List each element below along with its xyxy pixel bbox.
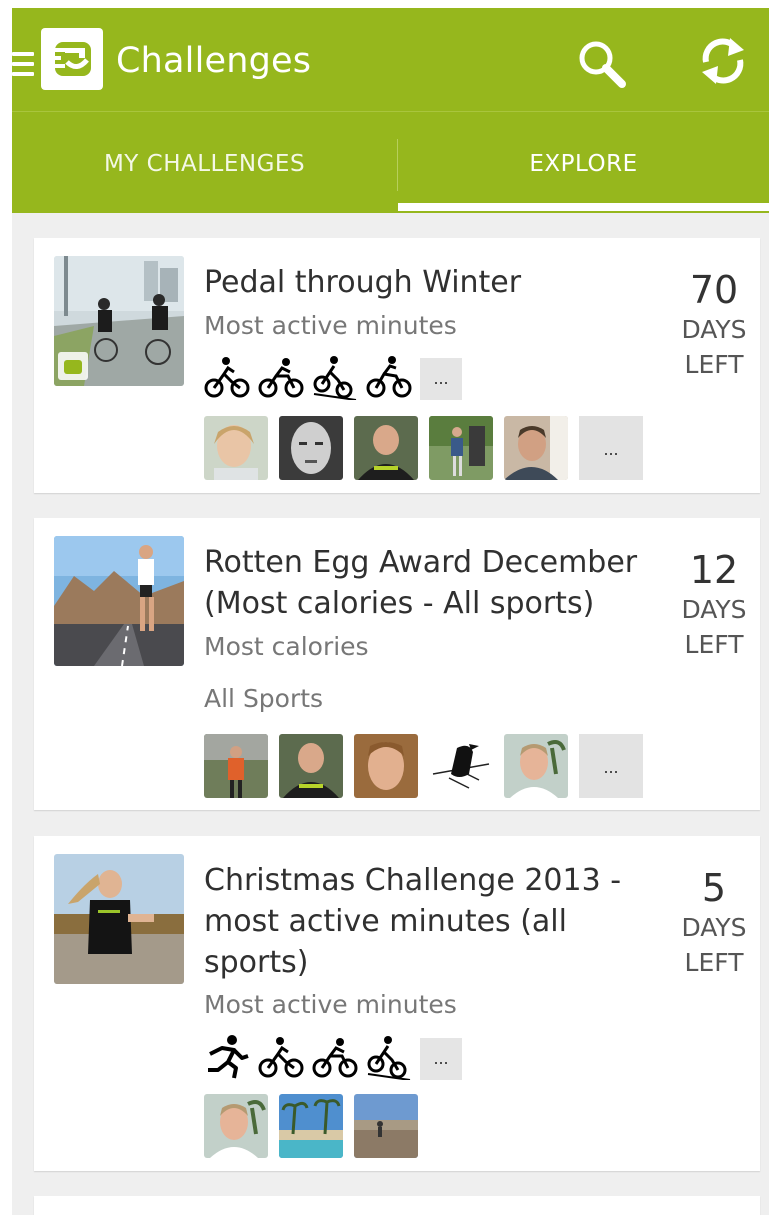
avatar[interactable]: [204, 416, 268, 480]
days-left: 5 DAYS LEFT: [668, 866, 760, 980]
challenge-card[interactable]: [34, 1196, 760, 1215]
tab-my-challenges[interactable]: MY CHALLENGES: [12, 112, 397, 214]
running-icon: [208, 1035, 249, 1079]
more-participants-button[interactable]: ...: [579, 416, 643, 480]
app-title: Challenges: [116, 41, 312, 81]
avatar[interactable]: [429, 734, 493, 798]
more-participants-button[interactable]: ...: [579, 734, 643, 798]
avatar[interactable]: [504, 734, 568, 798]
challenge-sports: All Sports: [204, 684, 324, 713]
avatar[interactable]: [204, 734, 268, 798]
app-logo[interactable]: [41, 28, 103, 90]
mountain-biking-icon: [313, 356, 357, 400]
participant-avatars: ...: [204, 734, 643, 798]
challenge-metric: Most active minutes: [204, 311, 457, 340]
avatar[interactable]: [279, 734, 343, 798]
cycling-icon: [366, 356, 412, 398]
tab-explore[interactable]: EXPLORE: [398, 112, 769, 214]
challenge-title: Rotten Egg Award December (Most calories…: [204, 542, 664, 624]
challenge-card[interactable]: Christmas Challenge 2013 - most active m…: [34, 836, 760, 1171]
avatar[interactable]: [354, 416, 418, 480]
mountain-biking-icon: [367, 1036, 411, 1080]
challenge-title-line: sports): [204, 945, 309, 980]
cycling-icon: [258, 1037, 304, 1078]
participant-avatars: ...: [204, 416, 643, 480]
challenge-image: [54, 854, 184, 984]
avatar[interactable]: [279, 416, 343, 480]
left-label: LEFT: [684, 948, 744, 977]
challenge-title-line: Christmas Challenge 2013 -: [204, 863, 622, 898]
avatar[interactable]: [204, 1094, 268, 1158]
challenge-title: Christmas Challenge 2013 - most active m…: [204, 860, 664, 983]
sport-icons: ...: [204, 1034, 462, 1080]
avatar[interactable]: [354, 1094, 418, 1158]
more-sports-button[interactable]: ...: [420, 1038, 462, 1080]
days-left: 12 DAYS LEFT: [668, 548, 760, 662]
challenge-title: Pedal through Winter: [204, 265, 522, 300]
challenge-metric: Most active minutes: [204, 990, 457, 1019]
challenge-title-line: (Most calories - All sports): [204, 586, 595, 621]
challenge-metric: Most calories: [204, 632, 369, 661]
challenge-card[interactable]: Rotten Egg Award December (Most calories…: [34, 518, 760, 810]
participant-avatars: [204, 1094, 429, 1158]
app-bar: Challenges: [12, 8, 769, 111]
days-label: DAYS: [681, 315, 747, 344]
challenge-title-line: most active minutes (all: [204, 904, 567, 939]
challenge-image: [54, 256, 184, 386]
cycling-icon: [204, 357, 250, 398]
cycling-icon: [258, 358, 304, 398]
challenge-card[interactable]: Pedal through Winter Most active minutes…: [34, 238, 760, 493]
cycling-icon: [312, 1038, 358, 1078]
avatar[interactable]: [504, 416, 568, 480]
avatar[interactable]: [354, 734, 418, 798]
search-icon[interactable]: [574, 36, 630, 92]
avatar[interactable]: [279, 1094, 343, 1158]
screen: Challenges MY CHALLENGES EXPLORE Pedal t…: [12, 8, 769, 1215]
left-label: LEFT: [684, 630, 744, 659]
challenge-title-line: Rotten Egg Award December: [204, 545, 638, 580]
left-label: LEFT: [684, 350, 744, 379]
more-sports-button[interactable]: ...: [420, 358, 462, 400]
avatar[interactable]: [429, 416, 493, 480]
refresh-icon[interactable]: [696, 34, 750, 88]
days-left-count: 12: [689, 548, 739, 592]
challenge-image: [54, 536, 184, 666]
days-label: DAYS: [681, 595, 747, 624]
days-left-count: 70: [689, 268, 739, 312]
tab-bar: MY CHALLENGES EXPLORE: [12, 111, 769, 213]
sport-icons: ...: [204, 354, 462, 400]
menu-icon[interactable]: [12, 52, 34, 78]
tab-selected-indicator: [398, 203, 769, 211]
days-left-count: 5: [701, 866, 727, 910]
days-label: DAYS: [681, 913, 747, 942]
days-left: 70 DAYS LEFT: [668, 268, 760, 382]
